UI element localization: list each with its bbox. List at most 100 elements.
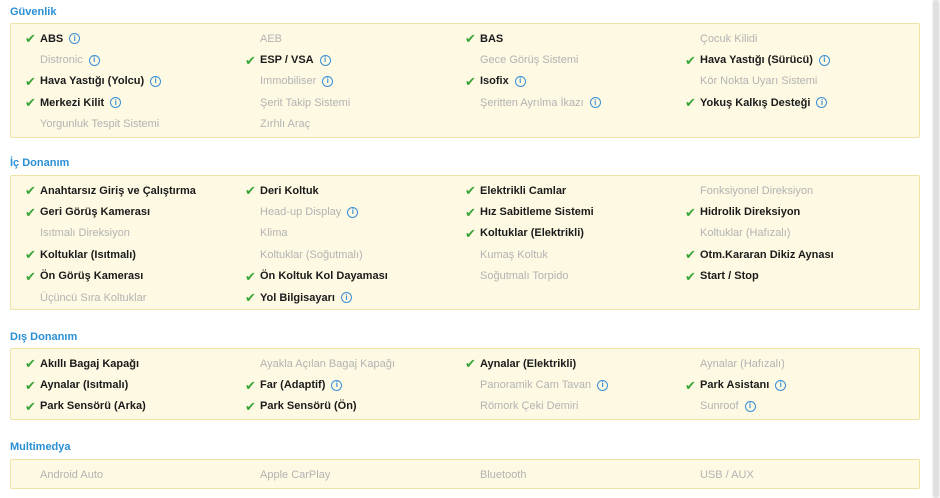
feature-item: Android Auto — [25, 464, 245, 485]
feature-label: Anahtarsız Giriş ve Çalıştırma — [40, 184, 196, 197]
feature-label: Fonksiyonel Direksiyon — [700, 184, 814, 197]
info-icon[interactable]: i — [88, 54, 100, 66]
feature-label: Klima — [260, 227, 288, 240]
info-icon[interactable]: i — [341, 292, 352, 304]
feature-item: Isıtmalı Direksiyon — [25, 223, 245, 244]
feature-box: Android Auto Apple CarPlay Bluetooth USB / … — [10, 459, 920, 489]
feature-item: ✔ Hava Yastığı (Yolcu) i — [25, 71, 245, 92]
feature-item: Zırhlı Araç — [245, 114, 465, 135]
info-icon[interactable]: i — [775, 379, 787, 391]
feature-label: Yokuş Kalkış Desteği — [700, 96, 811, 109]
info-icon[interactable]: i — [744, 400, 756, 412]
feature-item: Çocuk Kilidi — [685, 28, 905, 49]
feature-item: Soğutmalı Torpido — [465, 266, 685, 287]
section-title: Dış Donanım — [10, 331, 78, 343]
feature-label: AEB — [260, 32, 283, 45]
check-icon: ✔ — [465, 225, 476, 241]
info-icon[interactable]: i — [514, 75, 526, 87]
feature-label: Koltuklar (Isıtmalı) — [40, 248, 136, 261]
feature-item: ✔ Ön Koltuk Kol Dayaması — [245, 266, 465, 287]
feature-item: Aynalar (Hafızalı) — [685, 353, 905, 374]
feature-item: USB / AUX — [685, 464, 905, 485]
feature-item: Kumaş Koltuk — [465, 244, 685, 265]
check-icon: ✔ — [25, 398, 36, 414]
scrollbar-thumb[interactable] — [933, 0, 939, 498]
feature-label: Head-up Display — [260, 206, 342, 219]
check-icon: ✔ — [465, 73, 476, 89]
check-icon: ✔ — [245, 268, 256, 284]
feature-item: Şeritten Ayrılma İkazı i — [465, 92, 685, 113]
feature-item: ✔ Anahtarsız Giriş ve Çalıştırma — [25, 180, 245, 201]
info-icon[interactable]: i — [589, 97, 601, 109]
feature-label: Hava Yastığı (Yolcu) — [40, 75, 145, 88]
check-icon: ✔ — [245, 52, 256, 68]
feature-label: Otm.Kararan Dikiz Aynası — [700, 248, 834, 261]
check-icon: ✔ — [245, 398, 256, 414]
check-icon: ✔ — [25, 31, 36, 47]
feature-box: ✔ Akıllı Bagaj Kapağı Ayakla Açılan Bagaj … — [10, 348, 920, 420]
feature-item: Kör Nokta Uyarı Sistemi — [685, 71, 905, 92]
feature-label: Soğutmalı Torpido — [480, 270, 569, 283]
feature-item: ✔ Koltuklar (Elektrikli) — [465, 223, 685, 244]
feature-item: ✔ BAS — [465, 28, 685, 49]
info-icon[interactable]: i — [322, 75, 334, 87]
feature-label: Aynalar (Isıtmalı) — [40, 379, 129, 392]
check-icon: ✔ — [25, 268, 36, 284]
check-icon: ✔ — [685, 204, 696, 220]
feature-label: Kumaş Koltuk — [480, 248, 548, 261]
info-icon[interactable]: i — [816, 97, 828, 109]
section-title: Güvenlik — [10, 6, 57, 18]
check-icon: ✔ — [465, 204, 476, 220]
feature-item: ✔ Aynalar (Elektrikli) — [465, 353, 685, 374]
feature-label: Start / Stop — [700, 270, 759, 283]
info-icon[interactable]: i — [69, 33, 81, 45]
feature-label: Far (Adaptif) — [260, 379, 326, 392]
feature-item: ✔ Merkezi Kilit i — [25, 92, 245, 113]
feature-label: ESP / VSA — [260, 54, 314, 67]
info-icon[interactable]: i — [597, 379, 609, 391]
feature-item: ✔ Yol Bilgisayarı i — [245, 287, 465, 308]
feature-label: Römork Çeki Demiri — [480, 400, 579, 413]
feature-item: ✔ Koltuklar (Isıtmalı) — [25, 244, 245, 265]
check-icon: ✔ — [465, 31, 476, 47]
feature-item: Üçüncü Sıra Koltuklar — [25, 287, 245, 308]
feature-item: Sunroof i — [685, 396, 905, 417]
feature-item: ✔ ABS i — [25, 28, 245, 49]
feature-item: Gece Görüş Sistemi — [465, 49, 685, 70]
feature-label: Gece Görüş Sistemi — [480, 54, 579, 67]
check-icon: ✔ — [25, 204, 36, 220]
feature-label: Hız Sabitleme Sistemi — [480, 206, 594, 219]
info-icon[interactable]: i — [150, 75, 162, 87]
feature-label: USB / AUX — [700, 468, 754, 481]
check-icon: ✔ — [245, 377, 256, 393]
feature-item: Şerit Takip Sistemi — [245, 92, 465, 113]
feature-item: Bluetooth — [465, 464, 685, 485]
feature-item: AEB — [245, 28, 465, 49]
feature-item: Ayakla Açılan Bagaj Kapağı — [245, 353, 465, 374]
feature-grid: Android Auto Apple CarPlay Bluetooth USB / … — [25, 464, 905, 485]
info-icon[interactable]: i — [347, 206, 359, 218]
feature-label: Geri Görüş Kamerası — [40, 206, 151, 219]
check-icon: ✔ — [685, 268, 696, 284]
info-icon[interactable]: i — [818, 54, 830, 66]
check-icon: ✔ — [465, 183, 476, 199]
feature-item: ✔ Deri Koltuk — [245, 180, 465, 201]
feature-label: Koltuklar (Elektrikli) — [480, 227, 584, 240]
feature-label: Üçüncü Sıra Koltuklar — [40, 291, 147, 304]
check-icon: ✔ — [465, 356, 476, 372]
info-icon[interactable]: i — [331, 379, 343, 391]
feature-label: ABS — [40, 32, 64, 45]
feature-label: Hidrolik Direksiyon — [700, 206, 801, 219]
feature-grid: ✔ Anahtarsız Giriş ve Çalıştırma ✔ Deri Kol… — [25, 180, 905, 308]
feature-label: Deri Koltuk — [260, 184, 319, 197]
info-icon[interactable]: i — [319, 54, 331, 66]
feature-label: Isofix — [480, 75, 509, 88]
feature-item: Koltuklar (Hafızalı) — [685, 223, 905, 244]
feature-item: ✔ Hava Yastığı (Sürücü) i — [685, 49, 905, 70]
feature-item: Apple CarPlay — [245, 464, 465, 485]
feature-item: Panoramik Cam Tavan i — [465, 374, 685, 395]
check-icon: ✔ — [685, 247, 696, 263]
feature-label: Aynalar (Hafızalı) — [700, 357, 785, 370]
info-icon[interactable]: i — [110, 97, 122, 109]
scrollbar[interactable] — [932, 0, 940, 498]
